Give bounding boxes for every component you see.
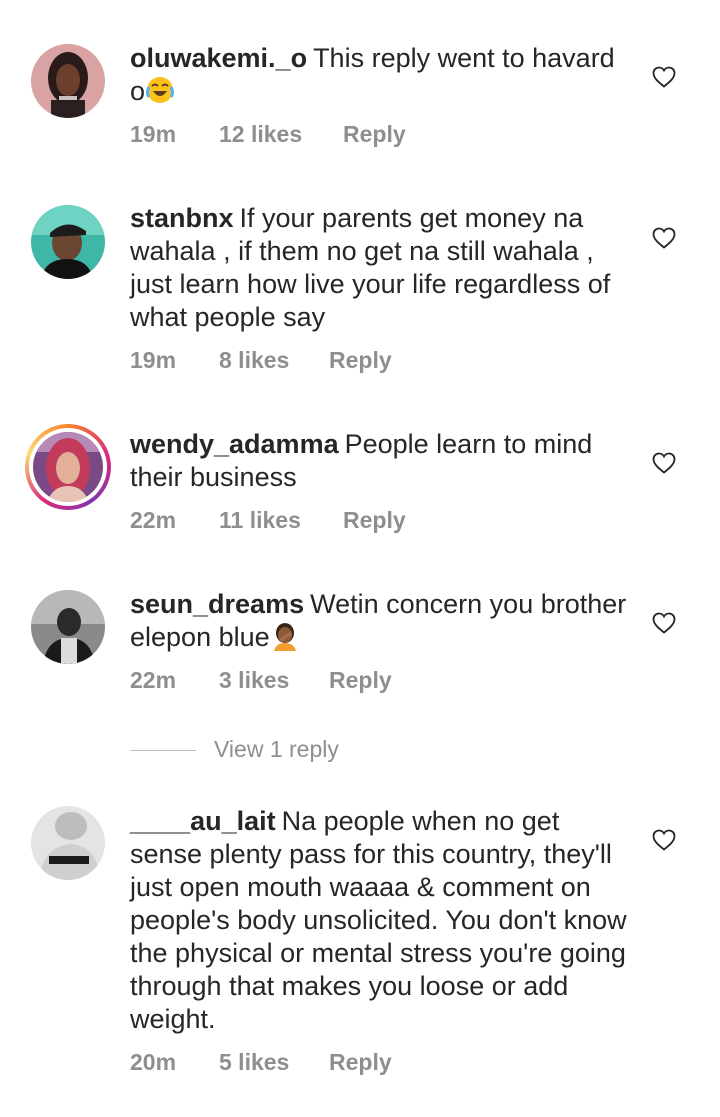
heart-outline-icon[interactable] bbox=[652, 452, 676, 474]
reply-button[interactable]: Reply bbox=[343, 505, 406, 535]
comment-time: 22m bbox=[130, 667, 177, 693]
comment-text-block: seun_dreams Wetin concern you brother ele… bbox=[130, 588, 630, 654]
avatar[interactable] bbox=[31, 205, 105, 279]
comment-text-block: oluwakemi._o This reply went to havard o bbox=[130, 42, 630, 108]
comment-time: 22m bbox=[130, 507, 177, 533]
comment-text-block: stanbnx If your parents get money na waha… bbox=[130, 202, 630, 334]
avatar-image bbox=[31, 590, 105, 664]
comment-meta: 22m 3 likes Reply bbox=[130, 665, 392, 695]
avatar-image bbox=[31, 205, 105, 279]
view-replies-divider bbox=[130, 750, 196, 752]
comment-meta: 20m 5 likes Reply bbox=[130, 1047, 392, 1077]
heart-outline-icon[interactable] bbox=[652, 227, 676, 249]
comment-likes[interactable]: 12 likes bbox=[219, 119, 343, 149]
comment-body: Na people when no get sense plenty pass … bbox=[130, 806, 627, 1034]
comment-text-block: ____au_lait Na people when no get sense p… bbox=[130, 805, 630, 1036]
avatar-image bbox=[33, 432, 103, 502]
avatar-story-ring[interactable] bbox=[25, 424, 111, 510]
comment-time: 19m bbox=[130, 347, 177, 373]
avatar-ring-gap bbox=[29, 428, 107, 506]
comment-likes[interactable]: 8 likes bbox=[219, 345, 329, 375]
comment-username[interactable]: seun_dreams bbox=[130, 589, 304, 619]
heart-outline-icon[interactable] bbox=[652, 829, 676, 851]
heart-outline-icon[interactable] bbox=[652, 612, 676, 634]
comment-meta: 19m 12 likes Reply bbox=[130, 119, 406, 149]
comment-time: 20m bbox=[130, 1049, 177, 1075]
avatar-image bbox=[31, 44, 105, 118]
comment-time: 19m bbox=[130, 121, 177, 147]
reply-button[interactable]: Reply bbox=[329, 665, 392, 695]
reply-button[interactable]: Reply bbox=[329, 345, 392, 375]
avatar bbox=[33, 432, 103, 502]
reply-button[interactable]: Reply bbox=[343, 119, 406, 149]
person-facepalming-icon bbox=[270, 621, 300, 651]
avatar[interactable] bbox=[31, 590, 105, 664]
comment-text-block: wendy_adamma People learn to mind their b… bbox=[130, 428, 630, 494]
comment-username[interactable]: stanbnx bbox=[130, 203, 234, 233]
view-replies-label: View 1 reply bbox=[214, 736, 339, 762]
comment-username[interactable]: wendy_adamma bbox=[130, 429, 339, 459]
comment-likes[interactable]: 5 likes bbox=[219, 1047, 329, 1077]
comment-username[interactable]: oluwakemi._o bbox=[130, 43, 307, 73]
heart-outline-icon[interactable] bbox=[652, 66, 676, 88]
comment-meta: 19m 8 likes Reply bbox=[130, 345, 392, 375]
face-with-tears-of-joy-icon bbox=[145, 75, 175, 105]
avatar-image bbox=[31, 806, 105, 880]
view-replies-button[interactable]: View 1 reply bbox=[130, 733, 339, 765]
comment-username[interactable]: ____au_lait bbox=[130, 806, 276, 836]
comment-likes[interactable]: 11 likes bbox=[219, 505, 343, 535]
reply-button[interactable]: Reply bbox=[329, 1047, 392, 1077]
avatar[interactable] bbox=[31, 806, 105, 880]
avatar[interactable] bbox=[31, 44, 105, 118]
comment-likes[interactable]: 3 likes bbox=[219, 665, 329, 695]
comment-meta: 22m 11 likes Reply bbox=[130, 505, 406, 535]
